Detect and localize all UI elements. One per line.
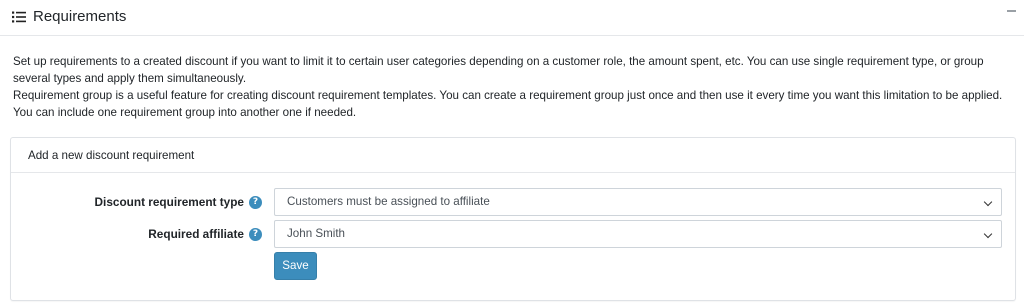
chevron-down-icon [983, 197, 993, 207]
save-button[interactable]: Save [274, 252, 317, 280]
requirements-description: Set up requirements to a created discoun… [13, 53, 1011, 121]
requirement-type-value: Customers must be assigned to affiliate [287, 195, 490, 208]
question-circle-icon[interactable]: ? [249, 195, 262, 209]
add-requirement-card: Add a new discount requirement Discount … [10, 137, 1016, 301]
affiliate-value: John Smith [287, 227, 345, 240]
requirement-type-label: Discount requirement type ? [95, 195, 262, 209]
add-requirement-title: Add a new discount requirement [28, 149, 195, 162]
add-requirement-header: Add a new discount requirement [11, 138, 1015, 173]
requirement-type-label-text: Discount requirement type [94, 195, 244, 209]
chevron-down-icon [983, 229, 993, 239]
affiliate-label: Required affiliate ? [148, 227, 262, 241]
description-paragraph-1: Set up requirements to a created discoun… [13, 55, 984, 85]
card-title: Requirements [33, 8, 127, 25]
minimize-icon[interactable] [1007, 10, 1016, 12]
question-circle-icon[interactable]: ? [249, 227, 262, 241]
affiliate-label-text: Required affiliate [148, 227, 244, 241]
affiliate-select[interactable]: John Smith [274, 220, 1002, 248]
list-icon [12, 11, 26, 23]
requirements-card-header: Requirements [0, 0, 1024, 36]
requirement-type-select[interactable]: Customers must be assigned to affiliate [274, 188, 1002, 216]
description-paragraph-2: Requirement group is a useful feature fo… [13, 89, 1003, 119]
